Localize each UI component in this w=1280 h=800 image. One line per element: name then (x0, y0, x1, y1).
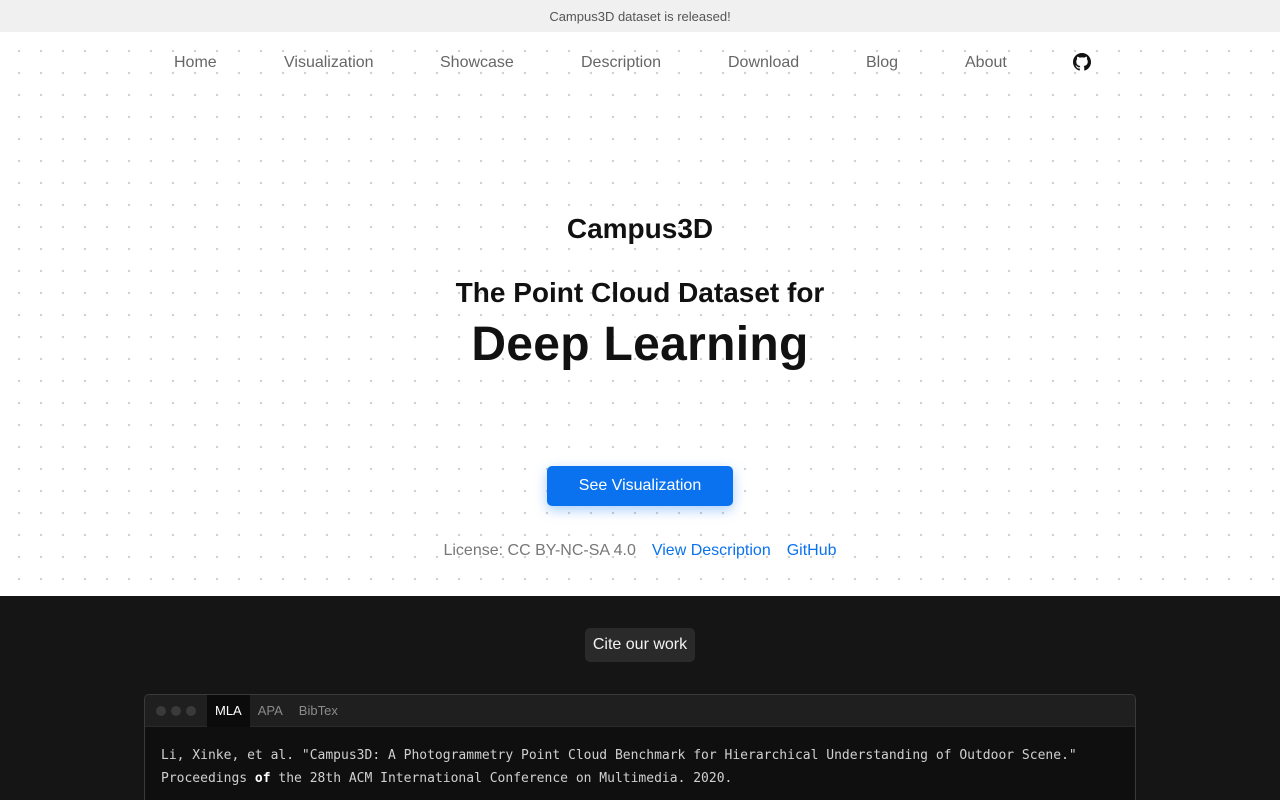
citation-line-2: Proceedings of the 28th ACM Internationa… (161, 767, 1119, 790)
nav-home[interactable]: Home (174, 54, 217, 72)
citation-line-1: Li, Xinke, et al. "Campus3D: A Photogram… (161, 748, 1077, 763)
window-dot (171, 705, 181, 716)
nav-about[interactable]: About (965, 54, 1007, 72)
nav-showcase[interactable]: Showcase (440, 54, 514, 72)
announcement-text: Campus3D dataset is released! (549, 8, 731, 24)
nav-download[interactable]: Download (728, 54, 799, 72)
cite-section: Cite our work MLA APA BibTex Li, Xinke, … (0, 596, 1280, 800)
hero-links: License: CC BY-NC-SA 4.0 View Descriptio… (0, 542, 1280, 560)
github-icon[interactable] (1073, 53, 1091, 71)
citation-text: Li, Xinke, et al. "Campus3D: A Photogram… (145, 727, 1135, 790)
window-dots (145, 705, 207, 716)
window-dot (186, 705, 196, 716)
citation-line-2-pre: Proceedings (161, 771, 255, 786)
license-text: License: CC BY-NC-SA 4.0 (443, 542, 636, 559)
site-name: Campus3D (566, 213, 714, 244)
cite-label: Cite our work (585, 628, 695, 662)
window-dot (156, 705, 166, 716)
citation-window: MLA APA BibTex Li, Xinke, et al. "Campus… (144, 694, 1136, 800)
nav-visualization[interactable]: Visualization (284, 54, 374, 72)
see-visualization-button[interactable]: See Visualization (547, 466, 733, 506)
github-link[interactable]: GitHub (787, 542, 837, 560)
view-description-link[interactable]: View Description (652, 542, 771, 560)
nav-blog[interactable]: Blog (866, 54, 898, 72)
citation-line-2-post: the 28th ACM International Conference on… (270, 771, 733, 786)
tab-mla[interactable]: MLA (207, 695, 250, 727)
announcement-bar: Campus3D dataset is released! (0, 0, 1280, 32)
hero-tagline: The Point Cloud Dataset for (455, 277, 825, 308)
top-nav: Home Visualization Showcase Description … (0, 32, 1280, 94)
citation-keyword: of (254, 771, 271, 786)
tab-bibtex[interactable]: BibTex (291, 695, 346, 727)
nav-description[interactable]: Description (581, 54, 661, 72)
hero-section: Home Visualization Showcase Description … (0, 32, 1280, 596)
hero-headline: Deep Learning (471, 318, 809, 371)
tab-apa[interactable]: APA (250, 695, 291, 727)
citation-tab-bar: MLA APA BibTex (145, 695, 1135, 727)
